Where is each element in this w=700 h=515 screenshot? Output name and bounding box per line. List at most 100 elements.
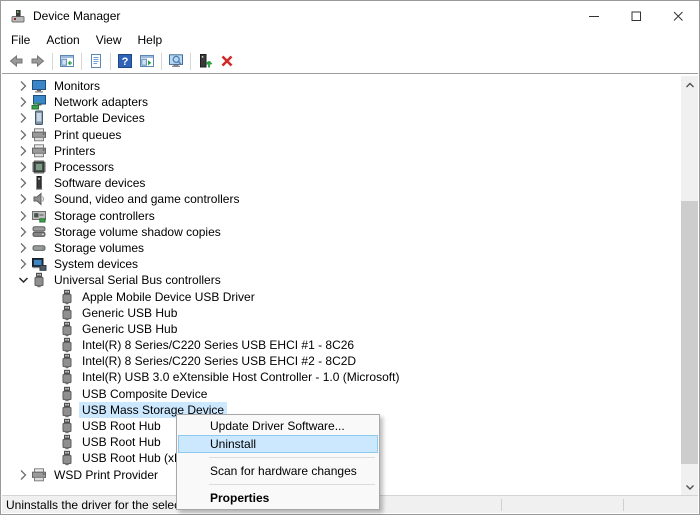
menu-separator	[209, 484, 375, 485]
disk-icon	[31, 240, 47, 256]
expander-icon[interactable]	[42, 434, 59, 450]
tree-item[interactable]: Printers	[2, 143, 680, 159]
expander-icon[interactable]	[42, 305, 59, 321]
toolbar-separator	[161, 53, 162, 70]
expander-icon[interactable]	[14, 272, 31, 288]
portable-device-icon	[31, 110, 47, 126]
toolbar-separator	[110, 53, 111, 70]
show-console-tree-button[interactable]	[56, 51, 78, 72]
uninstall-button[interactable]	[216, 51, 238, 72]
tree-item[interactable]: USB Composite Device	[2, 386, 680, 402]
usb-icon	[59, 321, 75, 337]
tree-item[interactable]: Storage controllers	[2, 208, 680, 224]
help-topics-button[interactable]	[136, 51, 158, 72]
tree-item[interactable]: Intel(R) 8 Series/C220 Series USB EHCI #…	[2, 337, 680, 353]
expander-icon[interactable]	[42, 337, 59, 353]
expander-icon[interactable]	[42, 289, 59, 305]
red-x-icon	[219, 53, 235, 69]
menu-view[interactable]: View	[88, 33, 130, 47]
properties-document-icon	[88, 53, 104, 69]
close-button[interactable]	[657, 1, 699, 31]
tree-item[interactable]: Print queues	[2, 127, 680, 143]
expander-icon[interactable]	[42, 353, 59, 369]
tree-item[interactable]: System devices	[2, 256, 680, 272]
usb-icon	[59, 402, 75, 418]
usb-icon	[59, 337, 75, 353]
printer-icon	[31, 127, 47, 143]
scrollbar-thumb[interactable]	[681, 201, 698, 464]
storage-controller-icon	[31, 208, 47, 224]
toolbar	[1, 49, 699, 73]
expander-icon[interactable]	[14, 208, 31, 224]
scroll-down-button[interactable]	[681, 478, 698, 495]
expander-icon[interactable]	[14, 224, 31, 240]
chevron-up-icon	[682, 77, 698, 93]
device-manager-window: Device Manager File Action View Help	[0, 0, 700, 515]
vertical-scrollbar[interactable]	[681, 76, 698, 495]
usb-icon	[31, 272, 47, 288]
help-button[interactable]	[114, 51, 136, 72]
menu-item-uninstall[interactable]: Uninstall	[178, 435, 378, 453]
tree-item[interactable]: Intel(R) 8 Series/C220 Series USB EHCI #…	[2, 353, 680, 369]
tree-item[interactable]: Generic USB Hub	[2, 305, 680, 321]
tree-item[interactable]: Sound, video and game controllers	[2, 191, 680, 207]
minimize-button[interactable]	[573, 1, 615, 31]
usb-icon	[59, 369, 75, 385]
software-device-icon	[31, 175, 47, 191]
update-driver-button[interactable]	[194, 51, 216, 72]
menu-separator	[209, 457, 375, 458]
forward-button[interactable]	[27, 51, 49, 72]
properties-button[interactable]	[85, 51, 107, 72]
expander-icon[interactable]	[14, 159, 31, 175]
chevron-down-icon	[682, 479, 698, 495]
expander-icon[interactable]	[42, 369, 59, 385]
menu-action[interactable]: Action	[38, 33, 87, 47]
window-arrow-icon	[139, 53, 155, 69]
expander-icon[interactable]	[14, 127, 31, 143]
expander-icon[interactable]	[42, 386, 59, 402]
usb-icon	[59, 305, 75, 321]
tree-item[interactable]: Generic USB Hub	[2, 321, 680, 337]
expander-icon[interactable]	[14, 78, 31, 94]
tree-item[interactable]: Apple Mobile Device USB Driver	[2, 288, 680, 304]
tree-item[interactable]: Portable Devices	[2, 110, 680, 126]
tree-item[interactable]: Software devices	[2, 175, 680, 191]
window-title: Device Manager	[33, 9, 120, 23]
menu-bar: File Action View Help	[1, 31, 699, 49]
speaker-icon	[31, 191, 47, 207]
close-icon	[670, 8, 686, 24]
expander-icon[interactable]	[14, 175, 31, 191]
tree-item[interactable]: Intel(R) USB 3.0 eXtensible Host Control…	[2, 369, 680, 385]
tree-item[interactable]: Network adapters	[2, 94, 680, 110]
menu-file[interactable]: File	[3, 33, 38, 47]
expander-icon[interactable]	[42, 450, 59, 466]
tree-item[interactable]: Storage volumes	[2, 240, 680, 256]
maximize-button[interactable]	[615, 1, 657, 31]
menu-help[interactable]: Help	[130, 33, 171, 47]
expander-icon[interactable]	[14, 110, 31, 126]
monitor-magnifier-icon	[168, 53, 184, 69]
tree-item[interactable]: Universal Serial Bus controllers	[2, 272, 680, 288]
expander-icon[interactable]	[42, 402, 59, 418]
scan-hardware-changes-button[interactable]	[165, 51, 187, 72]
expander-icon[interactable]	[14, 467, 31, 483]
tree-item[interactable]: Storage volume shadow copies	[2, 224, 680, 240]
expander-icon[interactable]	[14, 240, 31, 256]
expander-icon[interactable]	[14, 191, 31, 207]
expander-icon[interactable]	[42, 418, 59, 434]
system-device-icon	[31, 256, 47, 272]
scroll-up-button[interactable]	[681, 76, 698, 93]
menu-item-properties[interactable]: Properties	[178, 489, 378, 507]
back-button[interactable]	[5, 51, 27, 72]
expander-icon[interactable]	[14, 143, 31, 159]
tree-item[interactable]: Monitors	[2, 78, 680, 94]
disk-stack-icon	[31, 224, 47, 240]
expander-icon[interactable]	[14, 94, 31, 110]
tree-item[interactable]: Processors	[2, 159, 680, 175]
toolbar-separator	[52, 53, 53, 70]
menu-item-update-driver-software[interactable]: Update Driver Software...	[178, 417, 378, 435]
expander-icon[interactable]	[14, 256, 31, 272]
menu-item-scan-for-hardware-changes[interactable]: Scan for hardware changes	[178, 462, 378, 480]
processor-icon	[31, 159, 47, 175]
expander-icon[interactable]	[42, 321, 59, 337]
